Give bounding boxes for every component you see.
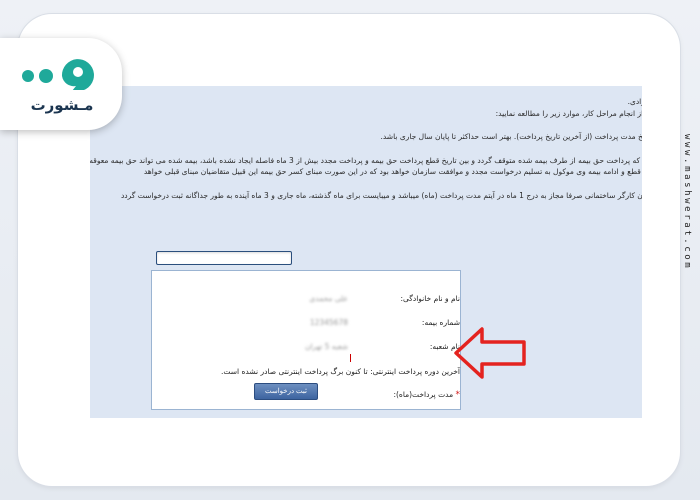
form-row-branch: نام شعبه: شعبه 5 تهران (170, 342, 460, 356)
logo-text: مـشورت (30, 96, 94, 114)
duration-label-text: مدت پرداخت(ماه): (393, 390, 454, 399)
form-row-insurance: شماره بیمه: 12345678 (170, 318, 460, 332)
instruction-line: در صورتی که پرداخت حق بیمه از طرف بیمه ش… (90, 156, 642, 165)
required-mark: * (455, 390, 461, 400)
website-url-vertical: www.mashwerat.com (682, 133, 692, 271)
name-value: علی محمدی (309, 294, 348, 303)
instruction-line: لطفا قبل از انجام مراحل کار، موارد زیر ر… (495, 109, 642, 118)
pointer-arrow-icon (454, 327, 526, 379)
brand-badge: مـشورت (0, 38, 122, 130)
name-label: نام و نام خانوادگی: (400, 294, 460, 303)
screenshot-panel: به شده گرادی. لطفا قبل از انجام مراحل کا… (90, 86, 642, 418)
instruction-line: آخرین تاریخ مدت پرداخت (از آخرین تاریخ پ… (380, 132, 642, 141)
insurance-number-value: 12345678 (309, 318, 348, 327)
last-period-note: آخرین دوره پرداخت اینترنتی: تا کنون برگ … (221, 367, 460, 376)
text-caret (350, 354, 351, 362)
instruction-line: به شده گرادی. (627, 97, 642, 106)
page-background: مـشورت به شده گرادی. لطفا قبل از انجام م… (0, 0, 700, 500)
duration-input[interactable] (156, 251, 292, 265)
form-row-name: نام و نام خانوادگی: علی محمدی (170, 294, 460, 308)
logo-icon (22, 59, 94, 90)
form-row-note: آخرین دوره پرداخت اینترنتی: تا کنون برگ … (170, 367, 460, 381)
branch-value: شعبه 5 تهران (304, 342, 348, 351)
instruction-line: با سازمان قطع و ادامه بیمه وی موکول به ت… (143, 167, 642, 176)
duration-label: * مدت پرداخت(ماه): (393, 390, 460, 400)
submit-request-button[interactable]: ثبت درخواست (254, 383, 318, 400)
instruction-line: بیمه شدگان کارگر ساختمانی صرفا مجاز به د… (120, 191, 642, 200)
